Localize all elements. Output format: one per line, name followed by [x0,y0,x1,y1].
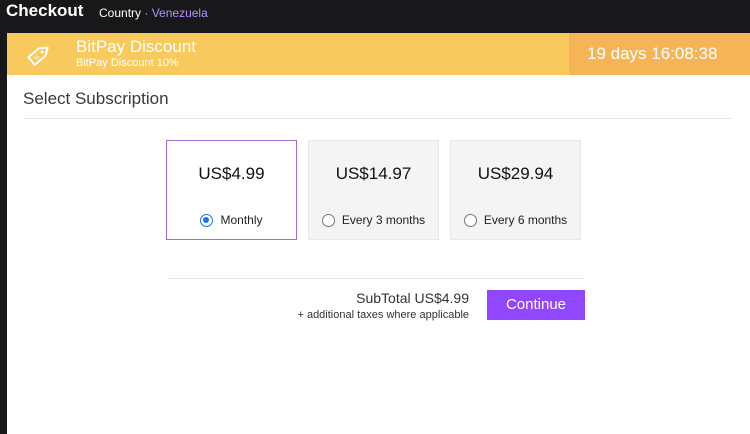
divider [23,118,732,119]
country-value[interactable]: Venezuela [152,6,208,20]
section-title: Select Subscription [23,89,169,108]
plan-radio-6-months[interactable] [463,213,477,227]
discount-countdown: 19 days 16:08:38 [587,44,718,63]
plan-price: US$14.97 [335,164,412,183]
country-indicator[interactable]: Country · Venezuela [99,6,208,20]
discount-tag-icon: % [27,46,49,66]
plan-price: US$4.99 [198,164,265,183]
top-bar: Checkout Country · Venezuela [0,0,750,33]
discount-subtitle: BitPay Discount 10% [76,57,179,69]
plan-price: US$29.94 [477,164,554,183]
plan-label: Every 6 months [483,213,568,227]
plan-card-3-months[interactable]: US$14.97 Every 3 months [308,140,439,240]
plan-label: Every 3 months [341,213,426,227]
plan-card-6-months[interactable]: US$29.94 Every 6 months [450,140,581,240]
continue-button[interactable]: Continue [487,290,585,320]
plan-option[interactable]: Every 3 months [309,213,438,227]
plan-option[interactable]: Every 6 months [451,213,580,227]
checkout-panel: Select Subscription US$4.99 Monthly US$1… [7,75,750,434]
plan-radio-3-months[interactable] [321,213,335,227]
plan-label: Monthly [220,213,263,227]
country-label: Country [99,6,142,20]
summary-divider [167,278,585,279]
discount-title: BitPay Discount [76,37,196,56]
page-title: Checkout [6,1,84,20]
discount-banner: % BitPay Discount BitPay Discount 10% 19… [7,33,750,75]
country-separator: · [144,6,149,20]
subtotal-text: SubTotal US$4.99 [356,290,469,306]
plan-radio-monthly[interactable] [200,213,214,227]
plan-option[interactable]: Monthly [167,213,296,227]
plan-card-monthly[interactable]: US$4.99 Monthly [166,140,297,240]
taxes-note: + additional taxes where applicable [297,309,469,321]
